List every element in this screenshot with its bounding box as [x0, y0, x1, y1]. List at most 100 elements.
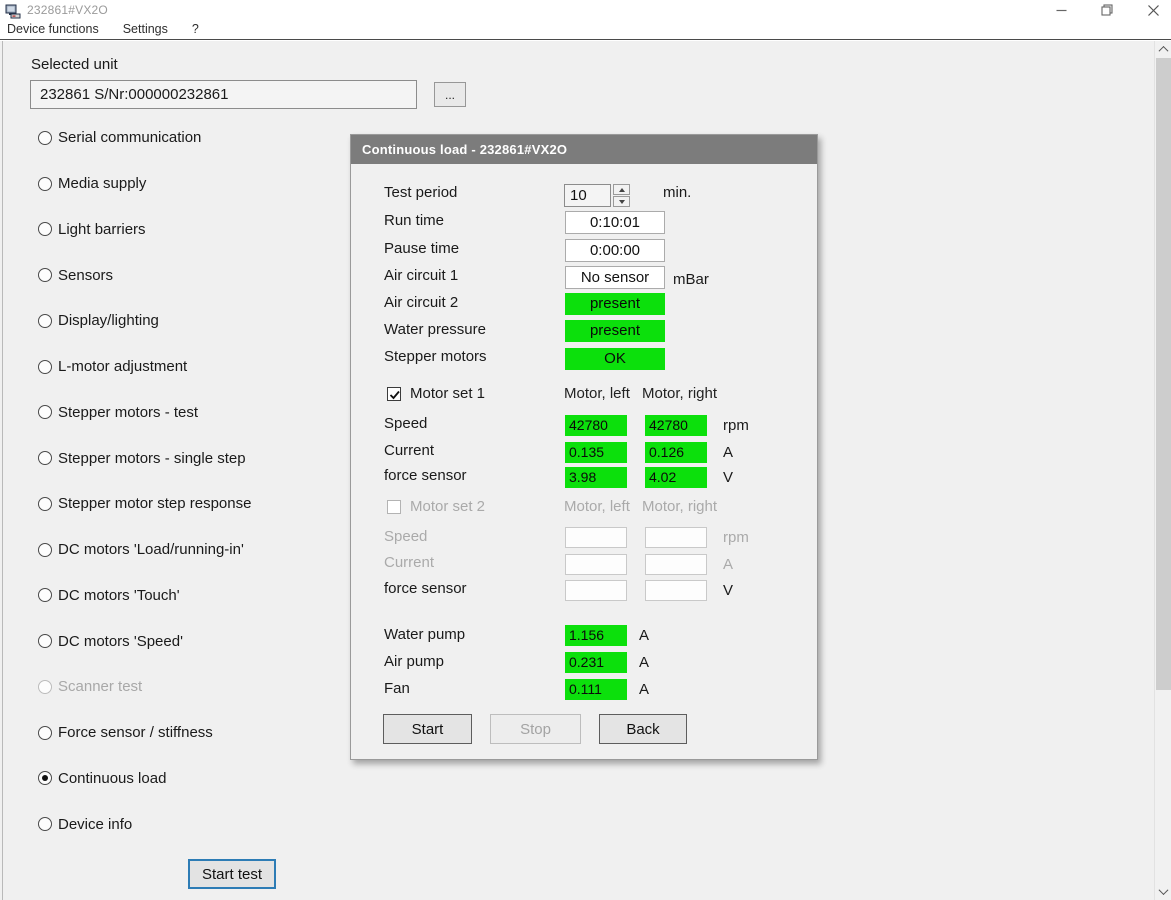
- minimize-button[interactable]: [1053, 2, 1069, 18]
- radio-icon: [38, 360, 52, 374]
- test-label: DC motors 'Load/running-in': [58, 541, 244, 558]
- sidebar-item-stepper-motors-test[interactable]: Stepper motors - test: [38, 390, 368, 436]
- menu-settings[interactable]: Settings: [123, 20, 178, 39]
- sidebar-item-force-sensor-stiffness[interactable]: Force sensor / stiffness: [38, 710, 368, 756]
- pause-time-field[interactable]: 0:00:00: [565, 239, 665, 262]
- radio-icon: [38, 314, 52, 328]
- fan-unit: A: [639, 679, 649, 701]
- air-circuit-1-field[interactable]: No sensor: [565, 266, 665, 289]
- test-label: Sensors: [58, 267, 113, 284]
- arrow-down-icon: [619, 200, 625, 204]
- scroll-up-button[interactable]: [1155, 41, 1171, 58]
- current-2-left-field: [565, 554, 627, 575]
- close-icon[interactable]: [1145, 2, 1161, 18]
- test-label: Stepper motors - test: [58, 404, 198, 421]
- air-circuit-1-unit: mBar: [673, 269, 709, 291]
- motor-left-header: Motor, left: [564, 384, 630, 404]
- selected-unit-input[interactable]: [30, 80, 417, 109]
- menu-bar: Device functions Settings ?: [0, 20, 1171, 40]
- motor-left-header-2: Motor, left: [564, 497, 630, 517]
- sidebar-item-serial-communication[interactable]: Serial communication: [38, 115, 368, 161]
- dialog-titlebar[interactable]: Continuous load - 232861#VX2O: [351, 135, 817, 164]
- pause-time-label: Pause time: [384, 238, 459, 260]
- chevron-up-icon: [1159, 46, 1169, 56]
- radio-icon: [38, 497, 52, 511]
- radio-icon: [38, 771, 52, 785]
- motor-set-1-label: Motor set 1: [410, 386, 485, 402]
- test-label: DC motors 'Speed': [58, 633, 183, 650]
- continuous-load-dialog: Continuous load - 232861#VX2O Test perio…: [350, 134, 818, 760]
- speed-1-label: Speed: [384, 413, 427, 435]
- test-label: Device info: [58, 816, 132, 833]
- motor-set-2-checkbox: [387, 500, 401, 514]
- fan-label: Fan: [384, 678, 410, 700]
- start-test-button[interactable]: Start test: [188, 859, 276, 889]
- test-label: DC motors 'Touch': [58, 587, 180, 604]
- force-sensor-2-right-field: [645, 580, 707, 601]
- air-pump-value: 0.231: [565, 652, 627, 673]
- speed-2-right-field: [645, 527, 707, 548]
- speed-2-unit: rpm: [723, 527, 749, 549]
- radio-icon: [38, 451, 52, 465]
- sidebar-item-continuous-load[interactable]: Continuous load: [38, 756, 368, 802]
- run-time-field[interactable]: 0:10:01: [565, 211, 665, 234]
- spin-down-button[interactable]: [613, 196, 630, 207]
- current-2-right-field: [645, 554, 707, 575]
- radio-icon: [38, 268, 52, 282]
- sidebar-item-media-supply[interactable]: Media supply: [38, 161, 368, 207]
- check-icon: [388, 388, 402, 402]
- test-label: Display/lighting: [58, 312, 159, 329]
- sidebar-item-device-info[interactable]: Device info: [38, 801, 368, 847]
- sidebar-item-display-lighting[interactable]: Display/lighting: [38, 298, 368, 344]
- water-pressure-status: present: [565, 320, 665, 342]
- back-button[interactable]: Back: [599, 714, 687, 744]
- scrollbar-thumb[interactable]: [1156, 58, 1171, 690]
- radio-icon: [38, 177, 52, 191]
- current-1-right-value: 0.126: [645, 442, 707, 463]
- menu-help[interactable]: ?: [192, 20, 209, 39]
- air-circuit-2-status: present: [565, 293, 665, 315]
- radio-icon: [38, 680, 52, 694]
- radio-icon: [38, 726, 52, 740]
- motor-set-1-checkbox[interactable]: [387, 387, 401, 401]
- test-period-unit: min.: [663, 182, 691, 204]
- browse-unit-button[interactable]: ...: [434, 82, 466, 107]
- radio-icon: [38, 405, 52, 419]
- sidebar-item-stepper-motors-single-step[interactable]: Stepper motors - single step: [38, 435, 368, 481]
- current-1-left-value: 0.135: [565, 442, 627, 463]
- radio-icon: [38, 131, 52, 145]
- air-pump-label: Air pump: [384, 651, 444, 673]
- restore-button[interactable]: [1099, 2, 1115, 18]
- vertical-scrollbar[interactable]: [1154, 41, 1171, 900]
- start-button[interactable]: Start: [383, 714, 472, 744]
- stepper-motors-label: Stepper motors: [384, 346, 487, 368]
- spin-up-button[interactable]: [613, 184, 630, 195]
- current-2-unit: A: [723, 554, 733, 576]
- sidebar-item-dc-motors-load-running-in[interactable]: DC motors 'Load/running-in': [38, 527, 368, 573]
- sidebar-item-light-barriers[interactable]: Light barriers: [38, 207, 368, 253]
- water-pressure-label: Water pressure: [384, 319, 486, 341]
- sidebar-item-dc-motors-touch[interactable]: DC motors 'Touch': [38, 573, 368, 619]
- selected-unit-label: Selected unit: [31, 56, 118, 73]
- current-1-unit: A: [723, 442, 733, 464]
- test-label: Stepper motors - single step: [58, 450, 246, 467]
- window-titlebar[interactable]: 232861#VX2O: [0, 0, 1171, 20]
- menu-device-functions[interactable]: Device functions: [7, 20, 109, 39]
- radio-icon: [38, 634, 52, 648]
- sidebar-item-dc-motors-speed[interactable]: DC motors 'Speed': [38, 618, 368, 664]
- sidebar-item-sensors[interactable]: Sensors: [38, 252, 368, 298]
- sidebar-item-stepper-motor-step-response[interactable]: Stepper motor step response: [38, 481, 368, 527]
- force-sensor-2-label: force sensor: [384, 578, 467, 600]
- force-sensor-1-unit: V: [723, 467, 733, 489]
- app-icon: [5, 4, 21, 18]
- scroll-down-button[interactable]: [1155, 883, 1171, 900]
- sidebar-item-l-motor-adjustment[interactable]: L-motor adjustment: [38, 344, 368, 390]
- force-sensor-2-unit: V: [723, 580, 733, 602]
- test-period-input[interactable]: [564, 184, 611, 207]
- motor-set-2-label: Motor set 2: [410, 499, 485, 515]
- test-list: Serial communication Media supply Light …: [38, 115, 368, 847]
- water-pump-unit: A: [639, 625, 649, 647]
- speed-1-right-value: 42780: [645, 415, 707, 436]
- motor-right-header: Motor, right: [642, 384, 717, 404]
- test-label: Serial communication: [58, 129, 201, 146]
